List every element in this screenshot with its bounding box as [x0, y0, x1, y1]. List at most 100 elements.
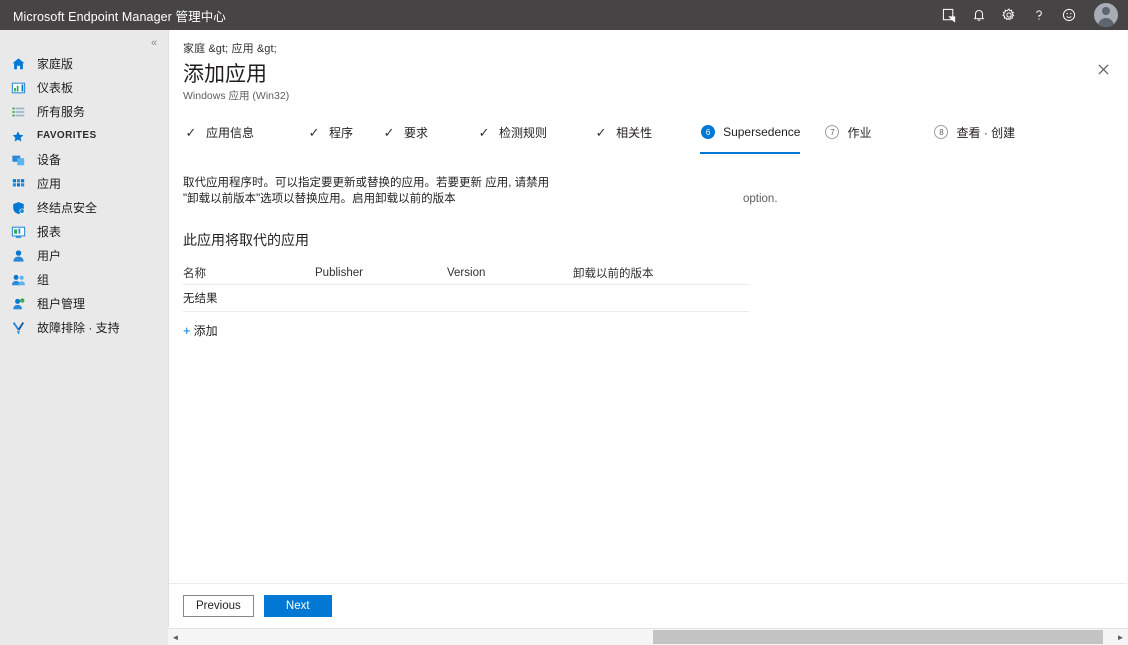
avatar — [1094, 3, 1118, 27]
tab-dependencies[interactable]: ✓ 相关性 — [593, 118, 652, 150]
tab-label: 查看 · 创建 — [956, 125, 1016, 140]
sidebar-item-label: 报表 — [37, 225, 62, 239]
check-icon: ✓ — [595, 124, 607, 140]
sidebar-item-label: 终结点安全 — [37, 201, 98, 215]
shield-icon — [11, 200, 31, 216]
tab-supersedence[interactable]: 6 Supersedence — [700, 118, 801, 154]
previous-button[interactable]: Previous — [183, 594, 254, 617]
tab-label: 相关性 — [616, 125, 653, 140]
add-app-link[interactable]: + 添加 — [183, 321, 218, 339]
sidebar-item-tenant-admin[interactable]: 租户管理 — [0, 292, 168, 316]
scroll-right-arrow-icon[interactable]: ► — [1113, 629, 1128, 645]
next-button[interactable]: Next — [263, 594, 332, 617]
sidebar-item-label: 家庭版 — [37, 57, 74, 71]
column-header-name: 名称 — [183, 268, 206, 280]
step-number-badge: 8 — [933, 124, 949, 140]
star-icon — [11, 128, 31, 144]
step-number-badge: 7 — [824, 124, 840, 140]
column-header-publisher: Publisher — [315, 267, 363, 279]
column-header-uninstall-previous: 卸载以前的版本 — [573, 268, 654, 280]
user-icon — [11, 248, 31, 264]
wizard-footer: Previous Next — [169, 583, 1127, 627]
sidebar-item-home[interactable]: 家庭版 — [0, 52, 168, 76]
sidebar-item-label: 仪表板 — [37, 81, 74, 95]
home-icon — [11, 56, 31, 72]
sidebar-item-reports[interactable]: 报表 — [0, 220, 168, 244]
header-icon-group — [934, 0, 1128, 30]
sidebar-item-users[interactable]: 用户 — [0, 244, 168, 268]
sidebar-item-troubleshoot-support[interactable]: 故障排除 · 支持 — [0, 316, 168, 340]
check-icon: ✓ — [308, 124, 320, 140]
sidebar-item-label: 所有服务 — [37, 105, 86, 119]
cell-name: 无结果 — [183, 293, 218, 305]
sidebar-item-groups[interactable]: 组 — [0, 268, 168, 292]
tab-label: 要求 — [404, 125, 429, 140]
tenant-admin-icon — [11, 296, 31, 312]
top-header-bar: Microsoft Endpoint Manager 管理中心 — [0, 0, 1128, 30]
description-option-text: option. — [743, 193, 778, 205]
sidebar-collapse-button[interactable]: « — [144, 33, 164, 53]
tab-requirements[interactable]: ✓ 要求 — [381, 118, 428, 150]
plus-icon: + — [183, 322, 191, 338]
tab-review-create[interactable]: 8 查看 · 创建 — [933, 118, 1015, 150]
sidebar-item-label: 租户管理 — [37, 297, 86, 311]
sidebar-item-label: 故障排除 · 支持 — [37, 321, 120, 335]
tab-assignments[interactable]: 7 作业 — [824, 118, 871, 150]
notifications-bell-icon[interactable] — [964, 0, 994, 30]
wrench-icon — [11, 320, 31, 336]
left-sidebar: « 家庭版 仪表板 所有服务 FAVORITES 设备 应用 终结点安全 报表 … — [0, 30, 168, 645]
tab-app-information[interactable]: ✓ 应用信息 — [183, 118, 254, 150]
close-icon[interactable] — [1092, 58, 1114, 80]
sidebar-item-dashboard[interactable]: 仪表板 — [0, 76, 168, 100]
wizard-step-tabs: ✓ 应用信息 ✓ 程序 ✓ 要求 ✓ 检测规则 ✓ 相关性 6 Supersed… — [183, 118, 1015, 154]
tab-detection-rules[interactable]: ✓ 检测规则 — [476, 118, 547, 150]
add-app-blade: 家庭 &gt; 应用 &gt; 添加应用 Windows 应用 (Win32) … — [168, 30, 1128, 627]
feedback-smiley-icon[interactable] — [1054, 0, 1084, 30]
sidebar-item-devices[interactable]: 设备 — [0, 148, 168, 172]
check-icon: ✓ — [383, 124, 395, 140]
sidebar-item-label: 设备 — [37, 153, 62, 167]
account-avatar[interactable] — [1084, 0, 1128, 30]
sidebar-item-all-services[interactable]: 所有服务 — [0, 100, 168, 124]
tab-label: 应用信息 — [206, 125, 255, 140]
sidebar-section-favorites: FAVORITES — [0, 124, 168, 148]
app-title: Microsoft Endpoint Manager 管理中心 — [13, 9, 226, 24]
scrollbar-track[interactable] — [183, 629, 1113, 645]
description-line-1: 取代应用程序时。可以指定要更新或替换的应用。若要更新 应用, 请禁用 — [183, 177, 550, 189]
scroll-left-arrow-icon[interactable]: ◄ — [168, 629, 183, 645]
page-title: 添加应用 — [183, 63, 267, 86]
all-services-icon — [11, 104, 31, 120]
superseded-apps-table: 名称 Publisher Version 卸载以前的版本 无结果 — [183, 262, 749, 312]
dashboard-icon — [11, 80, 31, 96]
tab-label: Supersedence — [723, 125, 801, 139]
tab-label: 作业 — [847, 125, 872, 140]
sidebar-item-label: 组 — [37, 273, 50, 287]
description-line-2: "卸载以前版本"选项以替换应用。启用卸载以前的版本 — [183, 193, 456, 205]
cloud-shell-icon[interactable] — [934, 0, 964, 30]
sidebar-item-label: 应用 — [37, 177, 62, 191]
table-header-row: 名称 Publisher Version 卸载以前的版本 — [183, 262, 749, 285]
sidebar-section-label: FAVORITES — [37, 130, 97, 141]
tab-label: 检测规则 — [499, 125, 548, 140]
reports-monitor-icon — [11, 224, 31, 240]
active-tab-underline — [700, 152, 801, 154]
apps-grid-icon — [11, 176, 31, 192]
sidebar-nav-list: 家庭版 仪表板 所有服务 FAVORITES 设备 应用 终结点安全 报表 用户… — [0, 52, 168, 340]
sidebar-item-apps[interactable]: 应用 — [0, 172, 168, 196]
step-number-badge: 6 — [700, 124, 716, 140]
scrollbar-thumb[interactable] — [653, 630, 1103, 644]
supersedence-description: 取代应用程序时。可以指定要更新或替换的应用。若要更新 应用, 请禁用 "卸载以前… — [183, 175, 603, 207]
horizontal-scrollbar[interactable]: ◄ ► — [168, 628, 1128, 645]
help-question-icon[interactable] — [1024, 0, 1054, 30]
tab-program[interactable]: ✓ 程序 — [306, 118, 353, 150]
groups-icon — [11, 272, 31, 288]
check-icon: ✓ — [185, 124, 197, 140]
blade-header: 家庭 &gt; 应用 &gt; 添加应用 Windows 应用 (Win32) — [169, 30, 1128, 103]
check-icon: ✓ — [478, 124, 490, 140]
table-row: 无结果 — [183, 285, 749, 312]
settings-gear-icon[interactable] — [994, 0, 1024, 30]
devices-icon — [11, 152, 31, 168]
tab-label: 程序 — [329, 125, 354, 140]
breadcrumb[interactable]: 家庭 &gt; 应用 &gt; — [183, 40, 1128, 56]
sidebar-item-endpoint-security[interactable]: 终结点安全 — [0, 196, 168, 220]
